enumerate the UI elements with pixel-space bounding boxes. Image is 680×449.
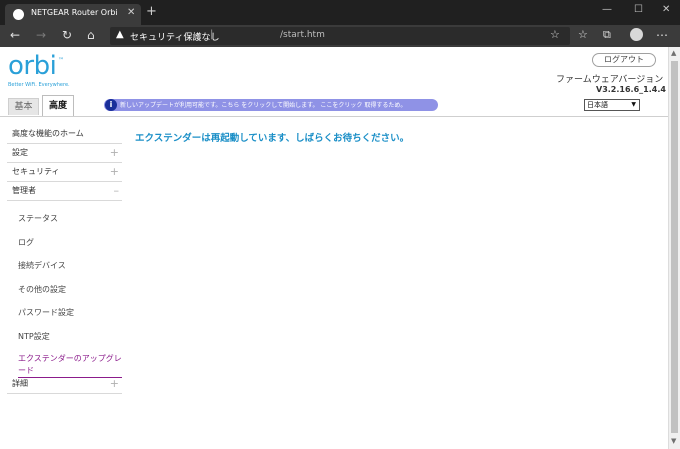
scroll-thumb[interactable] — [671, 61, 678, 433]
browser-toolbar: ← → ↻ ⌂ ▲ セキュリティ保護なし | /start.htm ☆ ☆ ⧉ … — [0, 25, 680, 47]
close-tab-icon[interactable]: ✕ — [127, 7, 135, 18]
more-menu-icon[interactable]: ⋯ — [656, 28, 668, 42]
home-icon[interactable]: ⌂ — [87, 28, 95, 42]
minus-icon[interactable]: – — [114, 182, 120, 200]
logo-tagline: Better WiFi. Everywhere. — [8, 82, 70, 88]
update-banner-text[interactable]: 新しいアップデートが利用可能です。こちら をクリックして開始します。 ここをクリ… — [120, 100, 406, 109]
language-selected: 日本語 — [587, 101, 608, 109]
warning-icon[interactable]: ▲ — [116, 29, 124, 40]
tab-basic[interactable]: 基本 — [8, 98, 39, 115]
security-status[interactable]: セキュリティ保護なし — [130, 30, 219, 43]
sidebar-sub-ntp[interactable]: NTP設定 — [18, 331, 50, 342]
info-icon: i — [105, 99, 117, 111]
router-admin-page: orbi ™ Better WiFi. Everywhere. ログアウト ファ… — [0, 47, 668, 449]
sidebar-item-label: セキュリティ — [12, 167, 60, 176]
sidebar-sub-logs[interactable]: ログ — [18, 237, 34, 248]
firmware-version: V3.2.16.6_1.4.4 — [596, 85, 666, 94]
plus-icon[interactable]: + — [110, 144, 119, 162]
sidebar-sub-other-settings[interactable]: その他の設定 — [18, 284, 66, 295]
browser-tab[interactable]: NETGEAR Router Orbi ✕ — [5, 4, 141, 25]
sidebar-item-label: 設定 — [12, 148, 28, 157]
browser-tab-title: NETGEAR Router Orbi — [31, 8, 118, 17]
sidebar-item-admin[interactable]: 管理者 – — [7, 182, 122, 201]
logout-button[interactable]: ログアウト — [592, 53, 656, 67]
orbi-logo: orbi — [8, 51, 57, 81]
new-tab-button[interactable]: + — [146, 5, 157, 18]
sidebar-sub-password[interactable]: パスワード設定 — [18, 307, 74, 318]
sidebar-sub-status[interactable]: ステータス — [18, 213, 58, 224]
update-banner[interactable]: i 新しいアップデートが利用可能です。こちら をクリックして開始します。 ここを… — [104, 99, 438, 111]
sidebar-item-advanced-details[interactable]: 詳細 + — [7, 375, 122, 394]
tab-advanced[interactable]: 高度 — [42, 95, 74, 116]
refresh-icon[interactable]: ↻ — [62, 28, 72, 42]
plus-icon[interactable]: + — [110, 163, 119, 181]
address-bar[interactable]: ▲ セキュリティ保護なし | /start.htm ☆ — [110, 27, 570, 45]
sidebar-item-label: 管理者 — [12, 186, 36, 195]
chevron-down-icon: ▼ — [631, 101, 636, 108]
address-separator: | — [210, 29, 214, 40]
sidebar-item-security[interactable]: セキュリティ + — [7, 163, 122, 182]
page-scrollbar[interactable]: ▲ ▼ — [668, 47, 680, 449]
scroll-up-icon[interactable]: ▲ — [671, 49, 676, 57]
profile-avatar-icon[interactable] — [630, 28, 643, 41]
sidebar-sub-attached-devices[interactable]: 接続デバイス — [18, 260, 66, 271]
window-close-icon[interactable]: ✕ — [662, 4, 670, 15]
plus-icon[interactable]: + — [110, 375, 119, 393]
firmware-label: ファームウェアバージョン — [556, 75, 664, 85]
sidebar-item-label: 高度な機能のホーム — [12, 129, 84, 138]
sidebar-item-advanced-home[interactable]: 高度な機能のホーム — [7, 125, 122, 144]
scroll-down-icon[interactable]: ▼ — [671, 437, 676, 445]
favicon-icon — [13, 9, 24, 20]
forward-icon[interactable]: → — [36, 28, 46, 42]
favorites-icon[interactable]: ☆ — [578, 28, 588, 42]
trademark-icon: ™ — [58, 57, 64, 64]
collections-icon[interactable]: ⧉ — [603, 28, 611, 42]
browser-tab-strip: NETGEAR Router Orbi ✕ + — ☐ ✕ — [0, 0, 680, 25]
sidebar-item-label: 詳細 — [12, 379, 28, 388]
header-divider — [0, 116, 668, 117]
minimize-icon[interactable]: — — [602, 4, 612, 15]
reboot-message: エクステンダーは再起動しています、しばらくお待ちください。 — [135, 133, 410, 144]
favorite-star-icon[interactable]: ☆ — [550, 28, 560, 41]
back-icon[interactable]: ← — [10, 28, 20, 42]
language-select[interactable]: 日本語 ▼ — [584, 99, 640, 111]
sidebar-item-setup[interactable]: 設定 + — [7, 144, 122, 163]
address-url[interactable]: /start.htm — [280, 30, 325, 40]
maximize-icon[interactable]: ☐ — [634, 4, 643, 15]
